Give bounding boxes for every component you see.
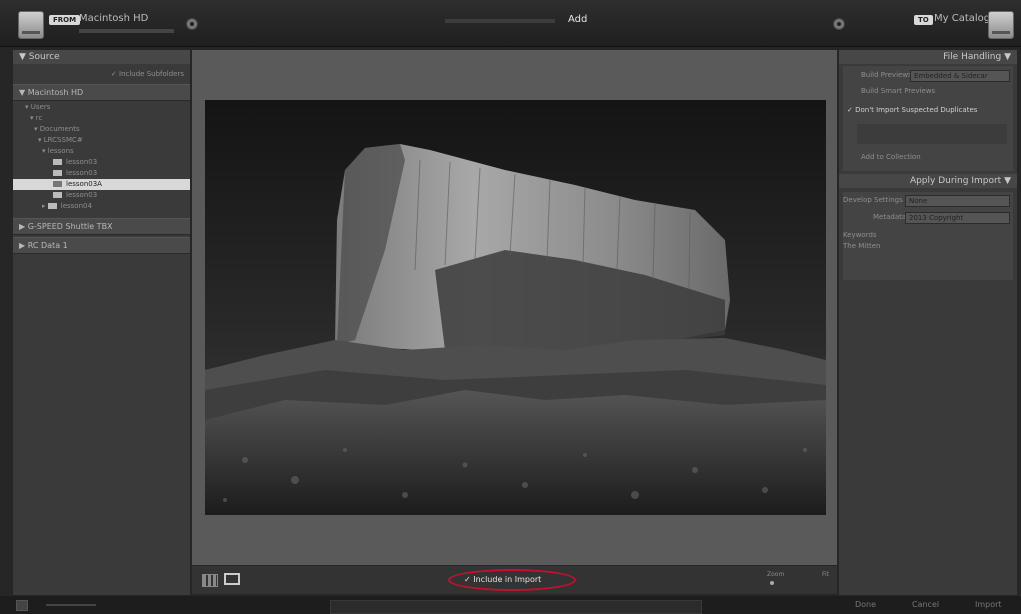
file-handling-box: Build Previews Embedded & Sidecar Build … [843,66,1013,171]
checkmark-icon: ✓ [110,70,119,78]
volume-gspeed[interactable]: ▶ G-SPEED Shuttle TBX [13,218,190,235]
expand-triangle-icon: ▶ [19,241,28,250]
include-subfolders-checkbox[interactable]: ✓ Include Subfolders [13,69,190,80]
source-title: Source [28,52,60,62]
volume-macintosh-hd[interactable]: ▼ Macintosh HD [13,84,190,101]
tree-folder[interactable]: ▸ lesson04 [13,201,190,212]
tree-folder-selected[interactable]: lesson03A [13,179,190,190]
develop-settings-label: Develop Settings [843,196,903,204]
folder-icon [53,159,62,165]
fit-label[interactable]: Fit [822,571,829,578]
checkmark-icon: ✓ [464,575,474,584]
dont-import-duplicates-checkbox[interactable]: ✓ Don't Import Suspected Duplicates [847,105,977,116]
develop-settings-select[interactable]: None [905,195,1010,207]
import-header: FROM Macintosh HD Add TO My Catalog [0,0,1021,47]
include-in-import-checkbox[interactable]: ✓ Include in Import [464,575,541,584]
collapse-triangle-icon: ▼ [1001,52,1011,62]
tree-rc[interactable]: ▾ rc [13,113,190,124]
source-path-line [79,29,174,33]
apply-during-import-header[interactable]: Apply During Import ▼ [839,174,1017,188]
loupe-view-icon[interactable] [224,573,240,585]
tree-folder[interactable]: lesson03 [13,190,190,201]
folder-icon [53,192,62,198]
metadata-label: Metadata [873,213,907,221]
destination-nav-button[interactable] [833,18,845,30]
source-panel: ▼ Source ✓ Include Subfolders ▼ Macintos… [13,50,190,595]
eject-icon[interactable] [16,600,28,611]
checkmark-icon: ✓ [847,106,856,114]
butte-photo-image [205,100,826,515]
source-panel-header[interactable]: ▼ Source [13,50,190,64]
tree-folder[interactable]: lesson03 [13,157,190,168]
tree-users[interactable]: ▾ Users [13,102,190,113]
destination-name[interactable]: My Catalog [934,13,990,24]
to-badge: TO [914,15,933,25]
preview-toolbar: ✓ Include in Import Zoom Fit [192,566,837,594]
collapse-triangle-icon: ▼ [19,88,28,97]
mode-add[interactable]: Add [568,14,587,25]
from-badge: FROM [49,15,81,25]
zoom-label: Zoom [767,571,785,578]
keywords-field[interactable]: The Mitten [843,241,880,252]
source-drive-icon[interactable] [18,11,44,39]
metadata-select[interactable]: 2013 Copyright [905,212,1010,224]
source-name[interactable]: Macintosh HD [79,13,148,24]
collapse-triangle-icon: ▼ [19,52,29,62]
tree-documents[interactable]: ▾ Documents [13,124,190,135]
expand-triangle-icon: ▶ [19,222,28,231]
tree-folder[interactable]: lesson03 [13,168,190,179]
copy-mode-options[interactable] [445,19,555,23]
folder-icon [47,203,57,209]
import-button[interactable]: Import [975,600,1002,609]
smart-previews-checkbox[interactable]: Build Smart Previews [861,86,935,97]
tree-lrc[interactable]: ▾ LRCSSMC# [13,135,190,146]
build-previews-label: Build Previews [861,71,912,79]
second-copy-options [857,124,1007,144]
file-handling-header[interactable]: File Handling ▼ [839,50,1017,64]
bottom-bar: Done Cancel Import [0,596,1021,614]
photo-count-text [46,604,96,606]
catalog-icon [988,11,1014,39]
cancel-button[interactable]: Cancel [912,600,939,609]
build-previews-select[interactable]: Embedded & Sidecar [910,70,1010,82]
apply-during-import-box: Develop Settings None Metadata 2013 Copy… [843,192,1013,280]
add-to-collection-checkbox[interactable]: Add to Collection [861,152,921,163]
photo-preview[interactable] [205,100,826,515]
folder-icon [53,170,62,176]
folder-icon [53,181,62,187]
done-button[interactable]: Done [855,600,876,609]
volume-rc-data[interactable]: ▶ RC Data 1 [13,237,190,254]
grid-view-icon[interactable] [202,574,218,587]
import-preset-bar[interactable] [330,600,702,614]
keywords-label: Keywords [843,231,877,239]
collapse-triangle-icon: ▼ [1001,176,1011,186]
options-panel: File Handling ▼ Build Previews Embedded … [839,50,1017,595]
tree-lessons[interactable]: ▾ lessons [13,146,190,157]
zoom-slider-thumb[interactable] [770,581,774,585]
source-nav-button[interactable] [186,18,198,30]
